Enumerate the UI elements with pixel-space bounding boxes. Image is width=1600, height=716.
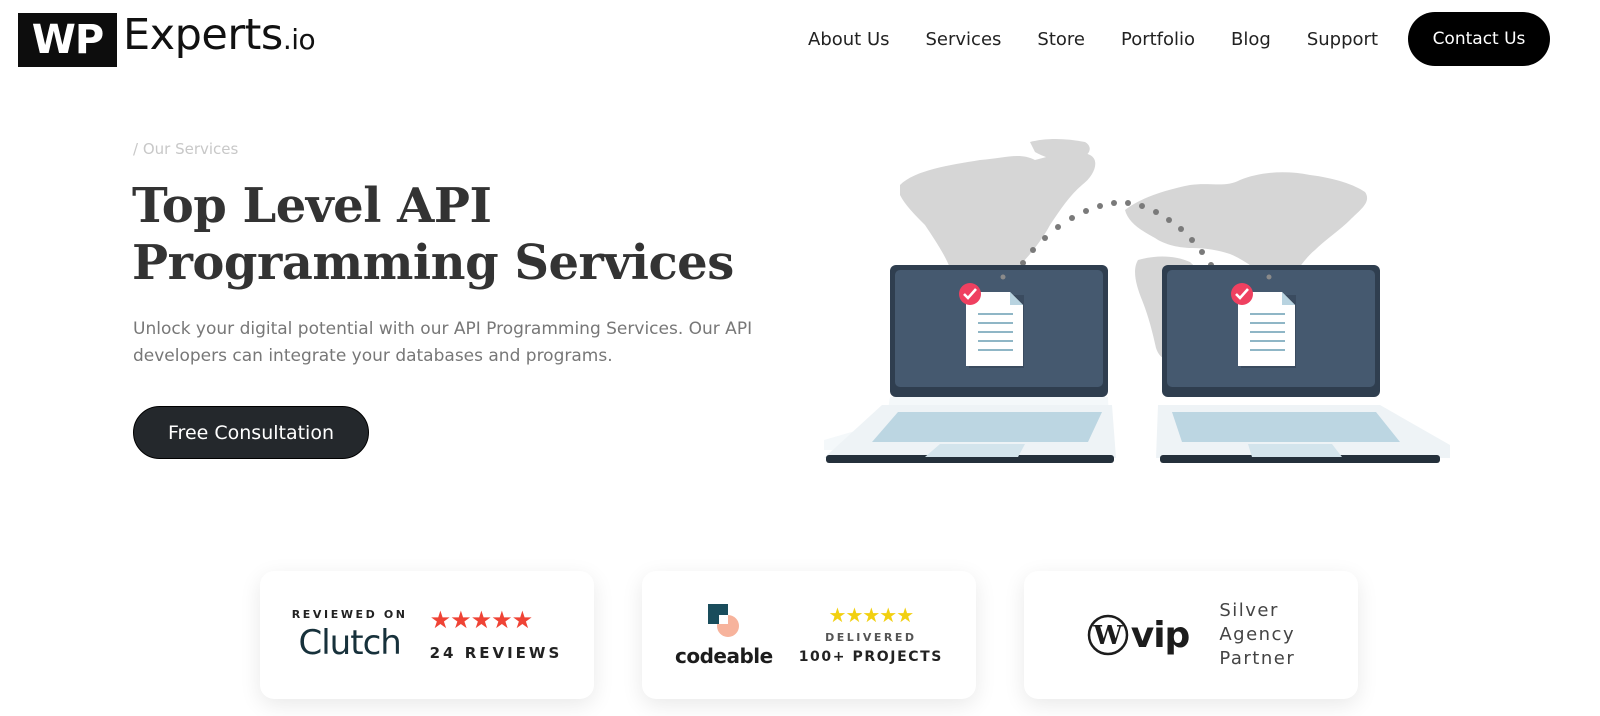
main-nav: About Us Services Store Portfolio Blog S… — [808, 12, 1550, 66]
svg-text:W: W — [1092, 621, 1123, 651]
codeable-logo-icon — [706, 602, 742, 638]
breadcrumb: / Our Services — [133, 140, 239, 158]
contact-us-button[interactable]: Contact Us — [1408, 12, 1550, 66]
page: WP Experts.io About Us Services Store Po… — [0, 0, 1600, 716]
logo-box: WP — [18, 13, 117, 67]
hero-illustration — [824, 139, 1450, 463]
delivered-label: DELIVERED — [825, 631, 917, 644]
nav-support[interactable]: Support — [1307, 29, 1378, 50]
wp-vip-logo: W vip — [1087, 614, 1190, 656]
wordpress-icon: W — [1087, 614, 1128, 656]
clutch-right: ★★★★★ 24 REVIEWS — [429, 607, 563, 663]
codeable-right: ★★★★★ DELIVERED 100+ PROJECTS — [799, 605, 943, 665]
codeable-badge[interactable]: codeable ★★★★★ DELIVERED 100+ PROJECTS — [642, 571, 976, 699]
free-consultation-button[interactable]: Free Consultation — [133, 406, 369, 459]
clutch-left: REVIEWED ON Clutch — [292, 608, 408, 663]
nav-blog[interactable]: Blog — [1231, 29, 1271, 50]
logo-name: Experts — [123, 10, 283, 60]
reviewed-on-label: REVIEWED ON — [291, 607, 408, 621]
nav-portfolio[interactable]: Portfolio — [1121, 29, 1195, 50]
vip-line-2: Agency — [1219, 624, 1296, 645]
codeable-stars-icon: ★★★★★ — [828, 605, 915, 627]
nav-about-us[interactable]: About Us — [808, 29, 890, 50]
vip-line-1: Silver — [1219, 600, 1279, 621]
vip-wordmark: vip — [1130, 614, 1191, 656]
logo-text: Experts.io — [123, 8, 316, 67]
page-title: Top Level API Programming Services — [132, 178, 734, 291]
logo-tld: .io — [282, 23, 316, 56]
hero-description: Unlock your digital potential with our A… — [133, 319, 753, 366]
codeable-wordmark: codeable — [675, 644, 773, 668]
clutch-stars-icon: ★★★★★ — [429, 607, 534, 634]
wp-vip-badge[interactable]: W vip Silver Agency Partner — [1024, 571, 1358, 699]
clutch-logo: Clutch — [298, 622, 402, 663]
vip-partner-text: Silver Agency Partner — [1219, 599, 1295, 671]
vip-line-3: Partner — [1219, 648, 1296, 669]
clutch-badge[interactable]: REVIEWED ON Clutch ★★★★★ 24 REVIEWS — [260, 571, 594, 699]
site-logo[interactable]: WP Experts.io — [18, 10, 316, 67]
laptop-right-icon — [1156, 265, 1450, 463]
nav-store[interactable]: Store — [1037, 29, 1085, 50]
laptop-left-icon — [824, 265, 1116, 463]
codeable-left: codeable — [675, 602, 773, 668]
projects-count: 100+ PROJECTS — [798, 649, 943, 665]
nav-services[interactable]: Services — [926, 29, 1002, 50]
clutch-review-count: 24 REVIEWS — [429, 644, 563, 662]
